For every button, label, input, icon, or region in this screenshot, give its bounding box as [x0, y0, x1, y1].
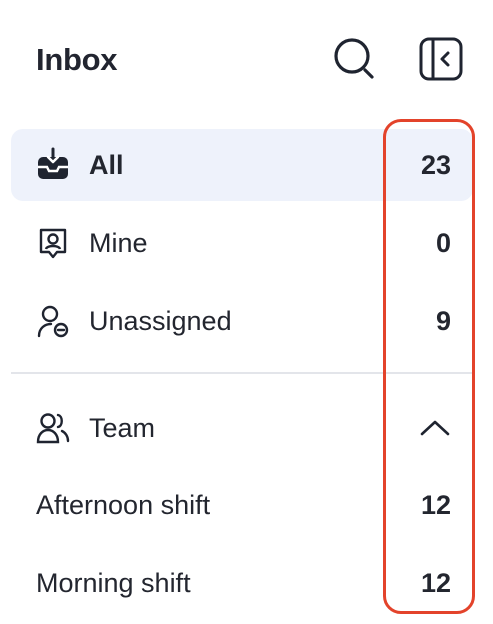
nav-item-count: 9: [435, 305, 451, 336]
team-section-label: Team: [89, 412, 156, 443]
search-icon: [331, 35, 379, 88]
users-icon: [35, 410, 71, 446]
search-button[interactable]: [328, 34, 382, 88]
page-title: Inbox: [36, 42, 118, 77]
team-item-label: Morning shift: [36, 567, 191, 598]
nav-item-count: 23: [420, 149, 451, 180]
nav-item-label: All: [89, 149, 124, 180]
collapse-sidebar-button[interactable]: [414, 34, 468, 88]
nav-item-mine[interactable]: Mine 0: [11, 207, 473, 279]
chevron-up-icon[interactable]: [415, 410, 455, 446]
nav-item-count: 0: [435, 227, 451, 258]
nav-item-all[interactable]: All 23: [11, 129, 473, 201]
sidebar-collapse-icon: [417, 35, 465, 88]
inbox-tray-icon: [35, 147, 71, 183]
nav-item-label: Mine: [89, 227, 148, 258]
team-item-morning-shift[interactable]: Morning shift 12: [11, 547, 473, 619]
team-item-afternoon-shift[interactable]: Afternoon shift 12: [11, 469, 473, 541]
team-item-count: 12: [420, 567, 451, 598]
inbox-header: Inbox: [0, 0, 493, 124]
user-badge-icon: [35, 225, 71, 261]
nav-item-unassigned[interactable]: Unassigned 9: [11, 285, 473, 357]
nav-item-label: Unassigned: [89, 305, 232, 336]
user-minus-icon: [35, 303, 71, 339]
team-item-count: 12: [420, 489, 451, 520]
section-divider: [11, 372, 473, 374]
team-item-label: Afternoon shift: [36, 489, 211, 520]
team-section-header[interactable]: Team: [11, 392, 473, 464]
